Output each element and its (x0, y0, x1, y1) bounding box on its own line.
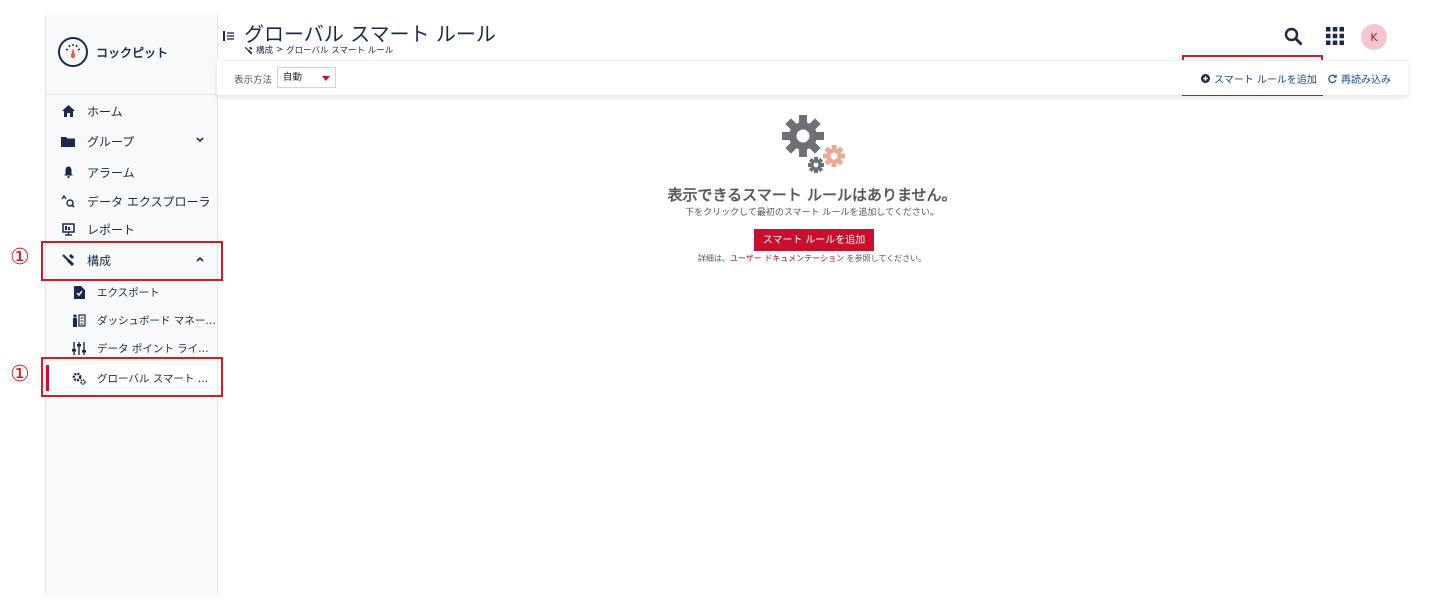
sidebar-item-label: レポート (87, 222, 136, 237)
refresh-icon (1328, 74, 1337, 83)
folder-icon (60, 133, 76, 149)
search-icon[interactable] (1284, 27, 1303, 46)
empty-state-details: 詳細は、ユーザー ドキュメンテーション を参照してください。 (600, 253, 1024, 264)
user-documentation-link[interactable]: ユーザー ドキュメンテーション (730, 254, 844, 263)
export-icon (72, 285, 86, 299)
page-title: グローバル スマート ルール (244, 22, 496, 46)
sidebar-toggle-icon[interactable] (223, 30, 235, 42)
sidebar: コックピット ホーム グループ アラーム データ エクスプローラ レポート 構成… (45, 15, 218, 595)
view-mode-value: 自動 (283, 72, 303, 83)
brand[interactable]: コックピット (58, 35, 168, 69)
data-point-library-icon (72, 341, 86, 355)
user-avatar[interactable]: K (1361, 24, 1387, 50)
view-mode-select[interactable]: 自動 (277, 67, 336, 88)
toolbar: 表示方法 自動 スマート ルールを追加 再読み込み (217, 60, 1408, 95)
sidebar-item-alarms[interactable]: アラーム (46, 158, 217, 186)
reload-button[interactable]: 再読み込み (1328, 71, 1391, 86)
configuration-icon (244, 46, 253, 54)
sidebar-item-data-explorer[interactable]: データ エクスプローラ (46, 187, 217, 215)
callout-box-global-smart-rules (41, 357, 223, 397)
add-smart-rule-button[interactable]: スマート ルールを追加 (1201, 71, 1317, 86)
sidebar-subitem-label: データ ポイント ライ… (97, 342, 209, 355)
plus-circle-icon (1201, 74, 1210, 83)
app-name: コックピット (96, 45, 169, 60)
sidebar-subitem-export[interactable]: エクスポート (46, 279, 217, 305)
sidebar-item-label: ホーム (87, 104, 123, 119)
breadcrumb-separator: > (276, 45, 284, 55)
sidebar-item-label: グループ (87, 134, 135, 149)
details-prefix: 詳細は、 (697, 254, 730, 263)
sidebar-subitem-label: ダッシュボード マネー… (97, 314, 216, 327)
sidebar-item-home[interactable]: ホーム (46, 97, 217, 125)
callout-marker-1-second: ① (10, 362, 30, 387)
details-suffix: を参照してください。 (844, 254, 927, 263)
cockpit-logo-icon (58, 37, 88, 67)
sidebar-item-label: アラーム (87, 165, 135, 180)
caret-down-icon (322, 76, 330, 81)
reload-label: 再読み込み (1341, 75, 1391, 86)
empty-state-subtitle: 下をクリックして最初のスマート ルールを追加してください。 (685, 208, 939, 218)
data-explorer-icon (60, 193, 76, 209)
sidebar-item-reports[interactable]: レポート (46, 215, 217, 243)
dashboard-manager-icon (72, 313, 86, 327)
home-icon (60, 103, 76, 119)
gears-illustration-icon (782, 115, 845, 173)
breadcrumb-current: グローバル スマート ルール (286, 46, 394, 56)
breadcrumb-parent[interactable]: 構成 (256, 44, 273, 56)
empty-state-title: 表示できるスマート ルールはありません。 (667, 186, 957, 204)
sidebar-item-groups[interactable]: グループ (46, 127, 217, 155)
sidebar-item-label: データ エクスプローラ (87, 194, 211, 209)
chevron-down-icon[interactable] (195, 135, 205, 145)
report-icon (60, 221, 76, 237)
app-switcher-icon[interactable] (1326, 27, 1344, 45)
add-smart-rule-primary-button[interactable]: スマート ルールを追加 (754, 229, 874, 251)
sidebar-subitem-label: エクスポート (97, 286, 160, 299)
callout-marker-1: ① (10, 245, 30, 270)
sidebar-divider (46, 94, 217, 95)
add-smart-rule-label: スマート ルールを追加 (1214, 75, 1317, 86)
breadcrumb: 構成 > グローバル スマート ルール (244, 44, 393, 56)
sidebar-subitem-dashboard-manager[interactable]: ダッシュボード マネー… (46, 307, 217, 333)
callout-box-configuration (41, 241, 223, 281)
bell-icon (60, 164, 76, 180)
view-mode-label: 表示方法 (234, 75, 273, 86)
